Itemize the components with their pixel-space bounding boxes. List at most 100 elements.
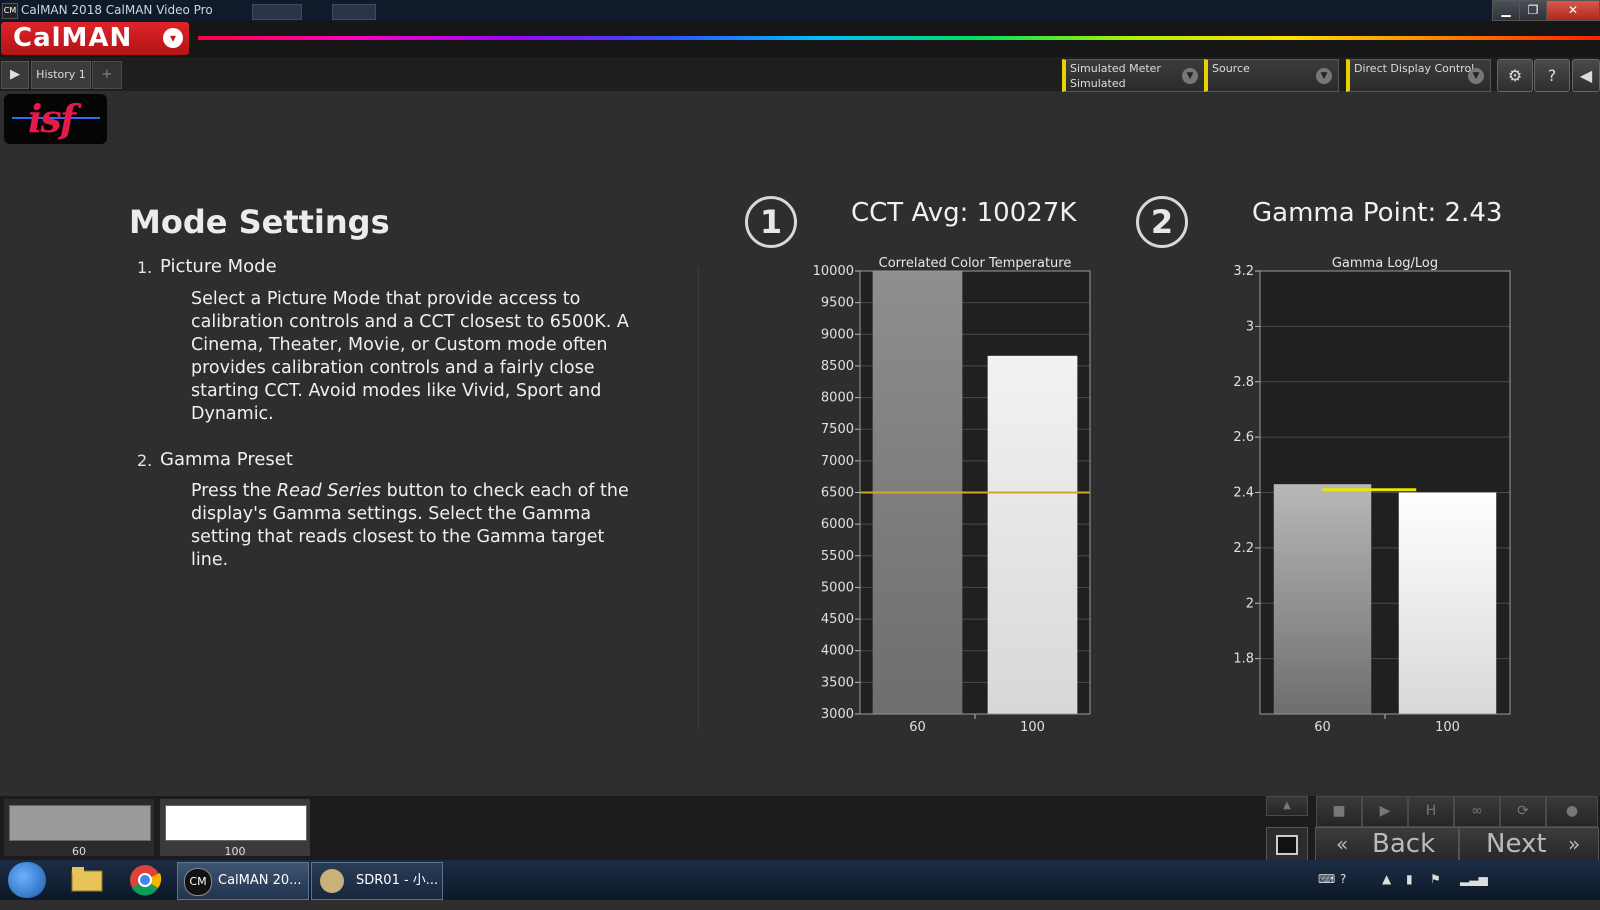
divider bbox=[698, 268, 699, 730]
brand-name: CalMAN bbox=[13, 23, 133, 53]
help-tray-icon[interactable]: ? bbox=[1340, 872, 1346, 886]
close-button[interactable]: ✕ bbox=[1546, 0, 1600, 21]
step-number: 2. bbox=[137, 451, 153, 470]
bar bbox=[1273, 484, 1372, 714]
battery-icon[interactable]: ▮ bbox=[1406, 872, 1413, 886]
paint-icon bbox=[320, 869, 344, 893]
add-tab-button[interactable]: + bbox=[92, 61, 122, 89]
y-tick-label: 4500 bbox=[821, 612, 854, 627]
play-icon[interactable]: ▶ bbox=[1, 61, 29, 89]
y-tick-label: 5500 bbox=[821, 549, 854, 564]
calman-task-label: CalMAN 20... bbox=[218, 873, 302, 888]
start-button[interactable] bbox=[8, 862, 46, 898]
x-tick-label: 100 bbox=[1020, 720, 1045, 734]
calman-taskbar-button[interactable]: CM CalMAN 20... bbox=[177, 862, 309, 900]
chevron-down-icon: ▼ bbox=[1182, 68, 1198, 84]
step-body-text: Press the bbox=[191, 481, 277, 501]
sdr-task-label: SDR01 - 小... bbox=[356, 873, 439, 888]
isf-logo-text: isf bbox=[28, 96, 76, 141]
extra-control[interactable]: ● bbox=[1546, 796, 1598, 827]
step-body: Select a Picture Mode that provide acces… bbox=[191, 289, 629, 424]
cct-chart: Correlated Color Temperature 3000 3500 4000… bbox=[813, 256, 1091, 734]
window-titlebar: CM CalMAN 2018 CalMAN Video Pro ▁ ❐ ✕ bbox=[0, 0, 1600, 21]
bar bbox=[987, 355, 1078, 714]
loop-icon[interactable]: ∞ bbox=[1454, 796, 1500, 827]
chrome-icon[interactable] bbox=[118, 863, 172, 897]
y-tick-label: 2.8 bbox=[1233, 375, 1254, 390]
display-control-label: Direct Display Control bbox=[1354, 62, 1475, 75]
stop-button[interactable] bbox=[1266, 827, 1308, 861]
calman-menu-button[interactable]: CalMAN ▾ bbox=[1, 22, 189, 55]
folder-icon[interactable] bbox=[60, 863, 114, 897]
y-tick-label: 2.2 bbox=[1233, 541, 1254, 556]
y-tick-label: 6500 bbox=[821, 486, 854, 501]
up-icon[interactable]: ▲ bbox=[1266, 796, 1308, 816]
read-series-text: Read Series bbox=[276, 481, 382, 501]
gamma-point-title: Gamma Point: 2.43 bbox=[1252, 198, 1503, 228]
help-icon[interactable]: ? bbox=[1534, 59, 1570, 92]
source-label: Source bbox=[1212, 62, 1250, 75]
swatch-label: 100 bbox=[224, 845, 246, 858]
network-icon[interactable]: ▂▃▅ bbox=[1460, 872, 1488, 886]
back-button[interactable]: « Back bbox=[1315, 827, 1459, 861]
thumbnail-icon bbox=[252, 4, 302, 20]
swatch-color bbox=[165, 805, 307, 841]
y-tick-label: 2 bbox=[1246, 596, 1254, 611]
step-1-badge: 1 bbox=[745, 196, 797, 248]
y-tick-label: 9000 bbox=[821, 327, 854, 342]
play-icon[interactable]: ▶ bbox=[1362, 796, 1408, 827]
chart-title: Gamma Log/Log bbox=[1332, 256, 1438, 271]
display-control-dropdown[interactable]: Direct Display Control ▼ bbox=[1346, 59, 1491, 92]
rainbow-stripe bbox=[198, 36, 1600, 40]
minimize-button[interactable]: ▁ bbox=[1492, 0, 1520, 21]
bar bbox=[1398, 492, 1497, 714]
y-tick-label: 9500 bbox=[821, 296, 854, 311]
x-tick-label: 60 bbox=[1314, 720, 1331, 734]
swatch-color bbox=[9, 805, 151, 841]
gamma-chart: Gamma Log/Log 1.8 2 2.2 2.4 2.6 2.8 3 3.2 60 100 bbox=[1233, 256, 1511, 734]
swatch-100[interactable]: 100 bbox=[160, 799, 310, 858]
keyboard-icon[interactable]: ⌨ bbox=[1318, 872, 1335, 886]
source-dropdown[interactable]: Source ▼ bbox=[1204, 59, 1339, 92]
meter-dropdown[interactable]: Simulated Meter Simulated ▼ bbox=[1062, 59, 1205, 92]
y-tick-label: 6000 bbox=[821, 517, 854, 532]
y-tick-label: 2.4 bbox=[1233, 486, 1254, 501]
y-tick-label: 3.2 bbox=[1233, 264, 1254, 279]
y-tick-label: 5000 bbox=[821, 580, 854, 595]
chevron-down-icon: ▼ bbox=[1468, 68, 1484, 84]
flag-icon[interactable]: ⚑ bbox=[1430, 872, 1441, 886]
meter-value: Simulated bbox=[1070, 77, 1126, 90]
step-title: Gamma Preset bbox=[160, 449, 293, 470]
show-hidden-icon[interactable]: ▲ bbox=[1382, 872, 1391, 886]
step-number: 1. bbox=[137, 258, 153, 277]
swatch-label: 60 bbox=[72, 845, 86, 858]
y-tick-label: 8500 bbox=[821, 359, 854, 374]
toolbar: ▶ History 1 + Simulated Meter Simulated … bbox=[0, 57, 1600, 92]
folder-icon bbox=[71, 867, 103, 892]
double-chevron-left-icon: « bbox=[1336, 832, 1349, 856]
collapse-icon[interactable]: ◀ bbox=[1572, 59, 1600, 92]
save-icon[interactable]: H bbox=[1408, 796, 1454, 827]
stop-icon[interactable]: ■ bbox=[1316, 796, 1362, 827]
refresh-icon[interactable]: ⟳ bbox=[1500, 796, 1546, 827]
next-button[interactable]: Next » bbox=[1459, 827, 1599, 861]
bottom-panel: 60 100 ▲ ■ ▶ H ∞ ⟳ ● « Back Next » bbox=[0, 796, 1600, 861]
calman-icon: CM bbox=[184, 868, 212, 896]
swatch-60[interactable]: 60 bbox=[4, 799, 154, 858]
maximize-button[interactable]: ❐ bbox=[1519, 0, 1547, 21]
app-icon: CM bbox=[2, 3, 18, 19]
taskbar: CM CalMAN 20... SDR01 - 小... ⌨ ? ▲ ▮ ⚑ ▂… bbox=[0, 860, 1600, 900]
y-tick-label: 7500 bbox=[821, 422, 854, 437]
y-tick-label: 3500 bbox=[821, 675, 854, 690]
double-chevron-right-icon: » bbox=[1568, 832, 1581, 856]
chrome-icon bbox=[130, 865, 162, 896]
y-tick-label: 10000 bbox=[813, 264, 854, 279]
gear-icon[interactable]: ⚙ bbox=[1497, 59, 1533, 92]
stop-square-icon bbox=[1276, 835, 1298, 855]
sdr-taskbar-button[interactable]: SDR01 - 小... bbox=[311, 862, 443, 900]
chevron-down-icon: ▾ bbox=[163, 28, 183, 48]
y-tick-label: 1.8 bbox=[1233, 652, 1254, 667]
thumbnail-icon bbox=[332, 4, 376, 20]
tab-history-1[interactable]: History 1 bbox=[31, 61, 91, 89]
y-tick-label: 3000 bbox=[821, 707, 854, 722]
